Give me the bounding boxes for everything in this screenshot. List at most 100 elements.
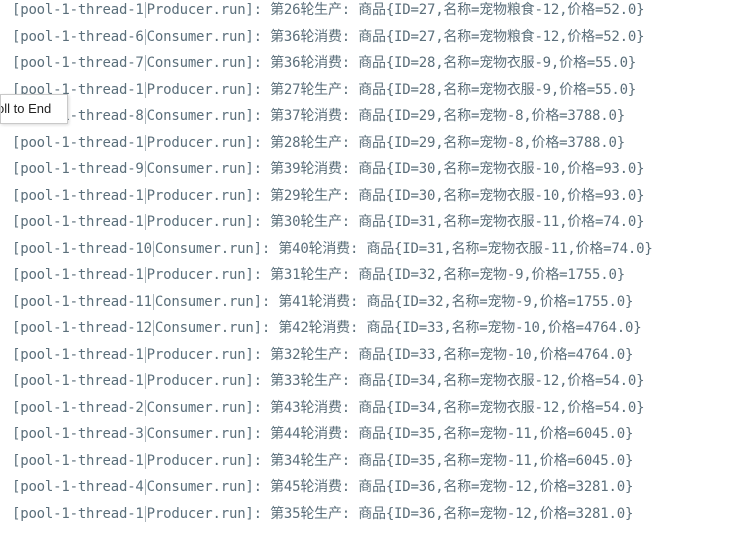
log-message: 第26轮生产: 商品{ID=27,名称=宠物粮食-12,价格=52.0} [270,2,645,18]
console-log-panel: [pool-1-thread-1 Producer.run]: 第26轮生产: 商… [0,0,750,538]
log-method: Consumer.run]: [146,479,271,495]
log-method: Producer.run]: [146,188,271,204]
log-message: 第32轮生产: 商品{ID=33,名称=宠物-10,价格=4764.0} [270,347,634,363]
log-line: [pool-1-thread-8 Consumer.run]: 第37轮消费: 商… [12,103,625,129]
log-message: 第30轮生产: 商品{ID=31,名称=宠物衣服-11,价格=74.0} [270,214,645,230]
separator [144,55,146,71]
log-message: 第41轮消费: 商品{ID=32,名称=宠物-9,价格=1755.0} [278,294,634,310]
separator [144,506,146,522]
separator [144,426,146,442]
log-line: [pool-1-thread-4 Consumer.run]: 第45轮消费: 商… [12,474,633,500]
log-line: [pool-1-thread-1 Producer.run]: 第27轮生产: 商… [12,77,636,103]
log-method: Producer.run]: [146,347,271,363]
log-line: [pool-1-thread-1 Producer.run]: 第29轮生产: 商… [12,183,645,209]
log-line: [pool-1-thread-3 Consumer.run]: 第44轮消费: 商… [12,421,633,447]
log-method: Consumer.run]: [154,320,279,336]
log-message: 第43轮消费: 商品{ID=34,名称=宠物衣服-12,价格=54.0} [270,400,645,416]
log-message: 第34轮生产: 商品{ID=35,名称=宠物-11,价格=6045.0} [270,453,634,469]
log-method: Producer.run]: [146,214,271,230]
separator [144,347,146,363]
log-method: Producer.run]: [146,82,271,98]
log-message: 第39轮消费: 商品{ID=30,名称=宠物衣服-10,价格=93.0} [270,161,645,177]
log-method: Producer.run]: [146,2,271,18]
log-method: Consumer.run]: [146,29,271,45]
separator [144,29,146,45]
log-thread: [pool-1-thread-1 [12,2,144,18]
log-line: [pool-1-thread-1 Producer.run]: 第30轮生产: 商… [12,209,645,235]
log-message: 第44轮消费: 商品{ID=35,名称=宠物-11,价格=6045.0} [270,426,634,442]
log-line: [pool-1-thread-9 Consumer.run]: 第39轮消费: 商… [12,156,645,182]
log-message: 第45轮消费: 商品{ID=36,名称=宠物-12,价格=3281.0} [270,479,634,495]
log-thread: [pool-1-thread-1 [12,506,144,522]
log-line: [pool-1-thread-1 Producer.run]: 第28轮生产: 商… [12,130,625,156]
separator [144,453,146,469]
log-line: [pool-1-thread-1 Producer.run]: 第26轮生产: 商… [12,0,645,23]
log-message: 第29轮生产: 商品{ID=30,名称=宠物衣服-10,价格=93.0} [270,188,645,204]
log-thread: [pool-1-thread-2 [12,400,144,416]
log-line: [pool-1-thread-12 Consumer.run]: 第42轮消费: … [12,315,642,341]
log-line: [pool-1-thread-7 Consumer.run]: 第36轮消费: 商… [12,50,636,76]
log-line: [pool-1-thread-1 Producer.run]: 第31轮生产: 商… [12,262,625,288]
separator [144,135,146,151]
log-line: [pool-1-thread-1 Producer.run]: 第34轮生产: 商… [12,448,633,474]
log-method: Consumer.run]: [154,241,279,257]
log-thread: [pool-1-thread-7 [12,55,144,71]
separator [152,320,154,336]
log-message: 第42轮消费: 商品{ID=33,名称=宠物-10,价格=4764.0} [278,320,642,336]
separator [144,161,146,177]
log-thread: [pool-1-thread-1 [12,453,144,469]
separator [144,373,146,389]
log-message: 第31轮生产: 商品{ID=32,名称=宠物-9,价格=1755.0} [270,267,625,283]
separator [144,479,146,495]
log-method: Consumer.run]: [146,161,271,177]
log-method: Consumer.run]: [146,108,271,124]
log-thread: [pool-1-thread-9 [12,161,144,177]
log-thread: [pool-1-thread-6 [12,29,144,45]
log-message: 第40轮消费: 商品{ID=31,名称=宠物衣服-11,价格=74.0} [278,241,653,257]
separator [144,108,146,124]
log-line: [pool-1-thread-2 Consumer.run]: 第43轮消费: 商… [12,395,645,421]
log-thread: [pool-1-thread-10 [12,241,152,257]
log-message: 第27轮生产: 商品{ID=28,名称=宠物衣服-9,价格=55.0} [270,82,637,98]
log-method: Consumer.run]: [146,55,271,71]
log-method: Consumer.run]: [146,400,271,416]
scroll-to-end-tooltip[interactable]: oll to End [0,94,68,124]
log-method: Producer.run]: [146,506,271,522]
log-thread: [pool-1-thread-11 [12,294,152,310]
log-method: Consumer.run]: [154,294,279,310]
log-thread: [pool-1-thread-1 [12,214,144,230]
log-thread: [pool-1-thread-1 [12,373,144,389]
log-thread: [pool-1-thread-12 [12,320,152,336]
log-line: [pool-1-thread-6 Consumer.run]: 第36轮消费: 商… [12,24,645,50]
separator [152,294,154,310]
log-message: 第33轮生产: 商品{ID=34,名称=宠物衣服-12,价格=54.0} [270,373,645,389]
tooltip-label: oll to End [0,101,52,116]
log-line: [pool-1-thread-10 Consumer.run]: 第40轮消费: … [12,236,653,262]
log-thread: [pool-1-thread-1 [12,135,144,151]
log-method: Producer.run]: [146,373,271,389]
log-method: Producer.run]: [146,267,271,283]
log-line: [pool-1-thread-1 Producer.run]: 第33轮生产: 商… [12,368,645,394]
log-thread: [pool-1-thread-4 [12,479,144,495]
log-method: Consumer.run]: [146,426,271,442]
log-line: [pool-1-thread-1 Producer.run]: 第35轮生产: 商… [12,501,633,527]
log-line: [pool-1-thread-11 Consumer.run]: 第41轮消费: … [12,289,633,315]
log-message: 第35轮生产: 商品{ID=36,名称=宠物-12,价格=3281.0} [270,506,634,522]
log-thread: [pool-1-thread-1 [12,188,144,204]
log-message: 第37轮消费: 商品{ID=29,名称=宠物-8,价格=3788.0} [270,108,625,124]
log-message: 第28轮生产: 商品{ID=29,名称=宠物-8,价格=3788.0} [270,135,625,151]
separator [144,267,146,283]
separator [144,188,146,204]
separator [144,214,146,230]
separator [144,400,146,416]
separator [144,2,146,18]
log-message: 第36轮消费: 商品{ID=28,名称=宠物衣服-9,价格=55.0} [270,55,637,71]
log-thread: [pool-1-thread-1 [12,267,144,283]
log-message: 第36轮消费: 商品{ID=27,名称=宠物粮食-12,价格=52.0} [270,29,645,45]
log-method: Producer.run]: [146,453,271,469]
log-thread: [pool-1-thread-1 [12,347,144,363]
log-thread: [pool-1-thread-3 [12,426,144,442]
log-line: [pool-1-thread-1 Producer.run]: 第32轮生产: 商… [12,342,633,368]
separator [144,82,146,98]
log-method: Producer.run]: [146,135,271,151]
